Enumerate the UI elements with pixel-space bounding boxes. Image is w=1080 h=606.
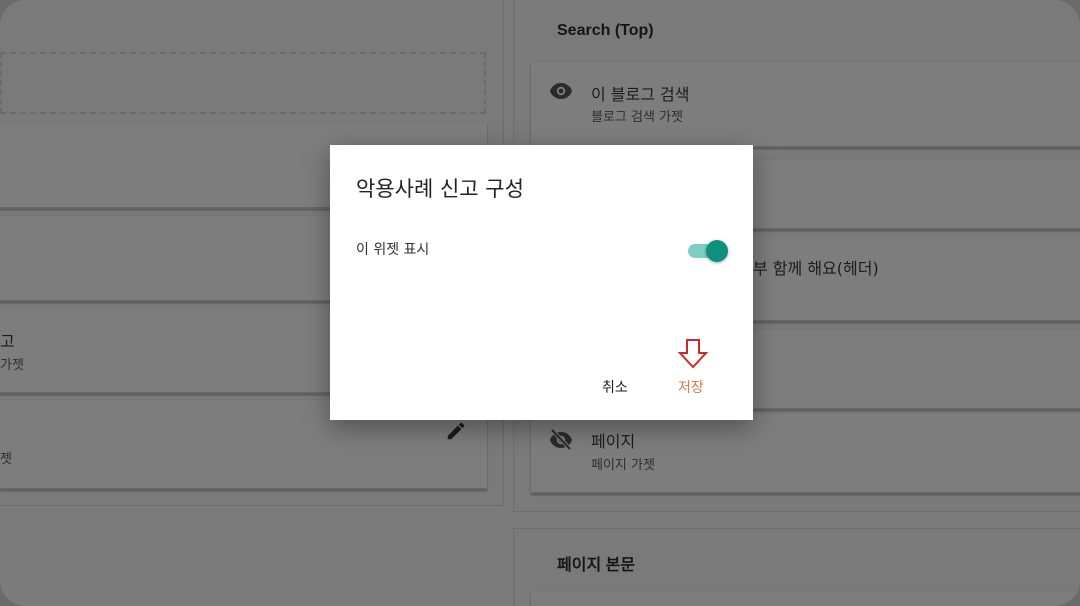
screenshot-frame: 고 가젯 젯 Search (Top) 이 블로그 검색 블로그 검색 가젯 부… [0,0,1080,606]
widget-title: 부 함께 해요(헤더) [753,259,879,278]
cancel-button[interactable]: 취소 [594,371,636,403]
show-widget-toggle[interactable] [688,239,728,262]
eye-icon[interactable] [549,81,573,101]
section-title-search: Search (Top) [557,22,654,39]
pencil-icon[interactable] [445,420,467,442]
section-title-page-body: 페이지 본문 [557,557,636,574]
down-arrow-icon [677,339,709,369]
show-widget-label: 이 위젯 표시 [356,242,430,258]
widget-card[interactable] [531,592,1080,606]
configure-dialog: 악용사례 신고 구성 이 위젯 표시 취소 저장 [330,145,753,420]
widget-subtitle: 젯 [0,452,12,467]
eye-off-icon[interactable] [549,428,573,450]
widget-title: 이 블로그 검색 [591,85,690,104]
widget-title: 페이지 [591,432,636,451]
add-gadget-dropzone[interactable] [0,52,486,114]
toggle-thumb[interactable] [706,240,728,262]
dialog-title: 악용사례 신고 구성 [356,177,524,201]
save-button[interactable]: 저장 [670,371,712,403]
widget-card-search[interactable]: 이 블로그 검색 블로그 검색 가젯 [531,62,1080,148]
widget-card-pages[interactable]: 페이지 페이지 가젯 [531,414,1080,494]
widget-subtitle: 가젯 [0,358,24,373]
widget-title: 고 [0,332,15,351]
widget-subtitle: 페이지 가젯 [591,458,655,473]
widget-subtitle: 블로그 검색 가젯 [591,110,683,125]
